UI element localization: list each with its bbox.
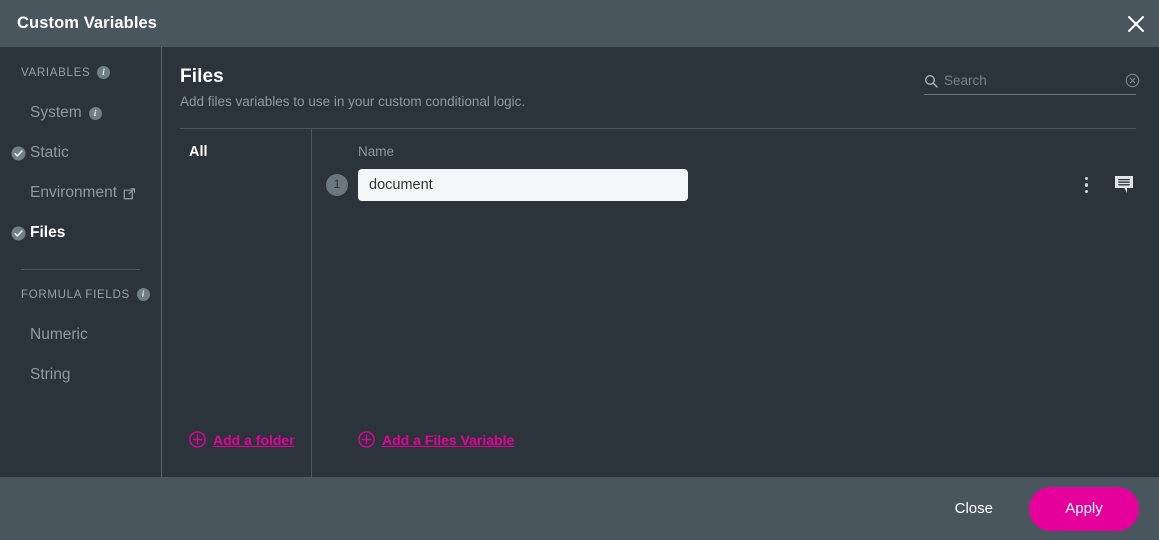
close-button[interactable]: Close: [941, 492, 1007, 525]
check-circle-icon: [11, 225, 26, 241]
sidebar-item-static-label: Static: [30, 144, 69, 161]
add-folder-label: Add a folder: [213, 431, 295, 448]
dialog-body: VARIABLES i System i Static Environment …: [0, 47, 1159, 477]
table-row: 1: [326, 168, 1137, 202]
main-panel: Files Add files variables to use in your…: [162, 47, 1159, 477]
sidebar-item-environment[interactable]: Environment: [0, 173, 161, 213]
sidebar-item-system-label: System: [30, 104, 82, 121]
content-columns: All Add a folder Name 1 document Add a F…: [180, 129, 1136, 477]
main-header: Files Add files variables to use in your…: [180, 47, 1140, 129]
apply-button[interactable]: Apply: [1029, 486, 1139, 531]
plus-circle-icon: [189, 431, 206, 448]
sidebar-item-files[interactable]: Files: [0, 213, 161, 253]
kebab-menu-icon[interactable]: [1079, 174, 1095, 197]
variable-name-input[interactable]: [358, 169, 688, 201]
add-variable-row: Add a Files Variable: [358, 431, 1136, 477]
variables-spacer: [358, 202, 1136, 431]
sidebar-item-environment-label: Environment: [30, 184, 118, 201]
close-icon[interactable]: [1112, 0, 1159, 47]
info-icon[interactable]: i: [88, 106, 102, 120]
search-icon: [924, 74, 938, 88]
sidebar-section-variables-label: VARIABLES: [21, 66, 91, 79]
folders-column: All Add a folder: [180, 129, 312, 477]
sidebar-item-system[interactable]: System i: [0, 93, 161, 133]
folders-spacer: [180, 160, 311, 431]
sidebar-item-numeric[interactable]: Numeric: [0, 315, 161, 355]
page-subtitle: Add files variables to use in your custo…: [180, 94, 526, 109]
add-files-variable-label: Add a Files Variable: [382, 431, 515, 448]
sidebar-item-files-label: Files: [30, 224, 66, 241]
plus-circle-icon: [358, 431, 375, 448]
variables-name-column-header: Name: [358, 144, 395, 159]
sidebar-item-static-check: [10, 145, 27, 161]
comment-icon[interactable]: [1114, 175, 1136, 195]
dialog-titlebar: Custom Variables: [0, 0, 1159, 47]
header-divider: [180, 128, 1136, 129]
row-index-badge: 1: [326, 174, 348, 196]
sidebar-item-string-label: String: [30, 366, 71, 383]
sidebar-section-formula-fields-label: FORMULA FIELDS: [21, 288, 130, 301]
sidebar-section-variables: VARIABLES i: [0, 66, 161, 79]
search-box[interactable]: [924, 73, 1140, 95]
info-icon[interactable]: i: [97, 66, 111, 79]
search-input[interactable]: [938, 73, 1125, 88]
sidebar-item-static[interactable]: Static: [0, 133, 161, 173]
add-folder-row: Add a folder: [180, 431, 311, 477]
sidebar-item-numeric-label: Numeric: [30, 326, 88, 343]
external-link-icon[interactable]: [123, 187, 136, 200]
info-icon[interactable]: i: [136, 288, 150, 301]
clear-circle-icon[interactable]: [1125, 73, 1140, 88]
folders-header: All: [189, 144, 208, 160]
dialog-footer: Close Apply: [0, 477, 1159, 540]
variables-column: Name 1 document Add a Files Variable: [312, 129, 1136, 477]
sidebar-divider: [21, 269, 140, 270]
row-actions: [1079, 174, 1137, 197]
custom-variables-dialog: Custom Variables VARIABLES i System i St…: [0, 0, 1159, 540]
sidebar-section-formula-fields: FORMULA FIELDS i: [0, 288, 161, 301]
sidebar-item-files-check: [10, 225, 27, 241]
sidebar-item-string[interactable]: String: [0, 355, 161, 395]
sidebar: VARIABLES i System i Static Environment …: [0, 47, 162, 477]
add-folder-button[interactable]: Add a folder: [189, 431, 295, 448]
add-files-variable-button[interactable]: Add a Files Variable: [358, 431, 514, 448]
check-circle-icon: [11, 145, 26, 161]
dialog-title: Custom Variables: [17, 14, 158, 32]
